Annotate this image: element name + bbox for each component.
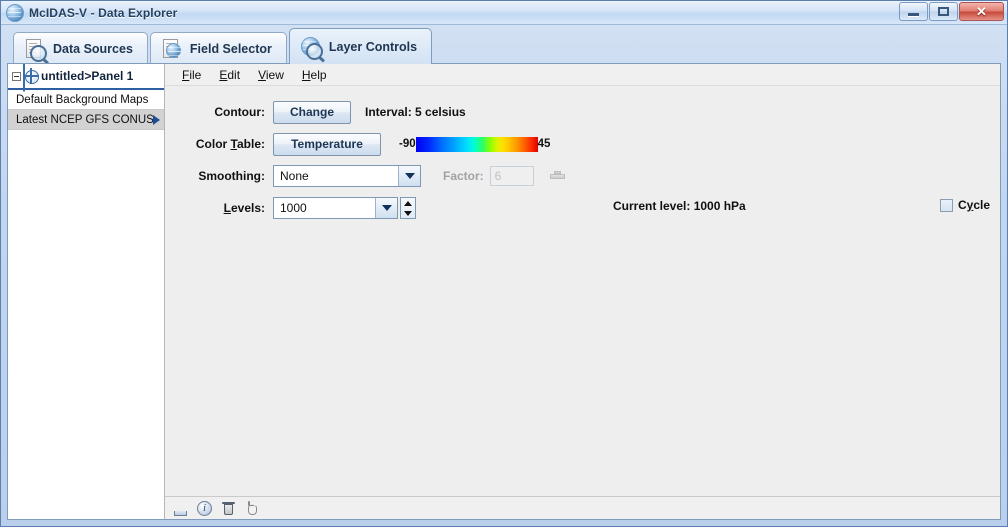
minimize-icon (908, 13, 919, 16)
cycle-label-pre: C (957, 198, 967, 212)
globe-magnifier-icon (300, 36, 323, 60)
close-button[interactable]: ✕ (959, 2, 1004, 21)
contour-interval-text: Interval: 5 celsius (365, 105, 466, 119)
cycle-checkbox-group[interactable]: Cycle (939, 198, 990, 212)
levels-label: Levels: (175, 201, 273, 215)
tab-strip: Data Sources Field Selector Layer Contro… (1, 25, 1007, 64)
info-icon[interactable] (197, 500, 212, 516)
color-table-label-post: able: (236, 137, 265, 151)
tab-field-selector[interactable]: Field Selector (149, 32, 287, 64)
mcidasv-window: McIDAS-V - Data Explorer ✕ Data Sources (0, 0, 1008, 527)
bottom-toolbar (165, 496, 1000, 519)
list-item[interactable]: Latest NCEP GFS CONUS. (8, 110, 164, 130)
smoothing-row: Smoothing: None Factor: 6 (165, 160, 1000, 192)
factor-stepper-icon (549, 170, 565, 182)
tree-item-label: Latest NCEP GFS CONUS. (16, 113, 153, 126)
window-controls: ✕ (899, 2, 1004, 21)
contour-label: Contour: (214, 105, 265, 119)
color-table-preview[interactable]: -90 45 (399, 136, 551, 152)
layer-controls-panel: File Edit View Help Contour: Change Inte… (165, 64, 1000, 519)
tab-data-sources[interactable]: Data Sources (13, 32, 148, 64)
cycle-label-post: cle (973, 198, 990, 212)
maximize-button[interactable] (929, 2, 958, 21)
menu-help-rest: elp (310, 67, 327, 82)
tab-field-selector-label: Field Selector (189, 41, 272, 56)
chevron-right-icon[interactable] (153, 114, 160, 125)
menu-file-rest: ile (189, 67, 202, 82)
tree-item-label: Default Background Maps (16, 93, 149, 106)
controls-form: Contour: Change Interval: 5 celsius Colo… (165, 86, 1000, 496)
smoothing-label: Smoothing: (198, 169, 265, 183)
window-title: McIDAS-V - Data Explorer (29, 5, 178, 20)
title-bar: McIDAS-V - Data Explorer ✕ (1, 1, 1007, 25)
levels-row: Levels: 1000 Current level: 1000 hPa Cyc… (165, 192, 1000, 224)
smoothing-combobox[interactable]: None (273, 165, 421, 187)
levels-label-mnemonic: L (223, 201, 231, 215)
contour-change-button[interactable]: Change (273, 100, 352, 124)
tree-root-label: untitled>Panel 1 (41, 69, 134, 83)
temperature-color-table-gradient[interactable] (415, 136, 538, 152)
menu-edit-rest: dit (227, 67, 241, 82)
color-table-min-label: -90 (399, 138, 416, 150)
menu-edit[interactable]: Edit (210, 66, 249, 84)
levels-value: 1000 (274, 198, 375, 218)
menu-file[interactable]: File (173, 66, 210, 84)
contour-row: Contour: Change Interval: 5 celsius (165, 96, 1000, 128)
minimize-button[interactable] (899, 2, 928, 21)
export-icon[interactable] (173, 501, 188, 516)
menu-view-rest: iew (265, 67, 284, 82)
menu-bar: File Edit View Help (165, 64, 1000, 86)
color-table-button[interactable]: Temperature (273, 132, 381, 156)
hand-pan-icon[interactable] (245, 499, 260, 516)
tab-layer-controls-label: Layer Controls (328, 39, 418, 54)
cycle-checkbox[interactable] (939, 198, 953, 212)
levels-label-rest: evels: (230, 201, 265, 215)
spinner-down-icon[interactable] (401, 208, 415, 218)
factor-label: Factor: (443, 169, 484, 183)
globe-document-magnifier-icon (161, 38, 183, 60)
factor-input: 6 (489, 166, 534, 186)
layer-tree-panel: untitled>Panel 1 Default Background Maps… (8, 64, 165, 519)
menu-help[interactable]: Help (293, 66, 336, 84)
tree-root-node[interactable]: untitled>Panel 1 (8, 64, 164, 90)
spinner-up-icon[interactable] (401, 198, 415, 208)
color-table-label-pre: Color (195, 137, 231, 151)
levels-combobox[interactable]: 1000 (273, 197, 398, 219)
current-level-text: Current level: 1000 hPa (613, 199, 746, 213)
tab-data-sources-label: Data Sources (53, 41, 133, 56)
trash-icon[interactable] (221, 501, 236, 516)
content-area: untitled>Panel 1 Default Background Maps… (7, 63, 1001, 520)
menu-view[interactable]: View (249, 66, 293, 84)
crosshair-panel-icon (23, 68, 39, 84)
chevron-down-icon[interactable] (375, 198, 397, 218)
mcidas-globe-icon (6, 3, 24, 22)
tab-layer-controls[interactable]: Layer Controls (288, 28, 433, 64)
smoothing-value: None (274, 166, 398, 186)
color-table-max-label: 45 (537, 138, 551, 150)
collapse-expander-icon[interactable] (12, 71, 21, 81)
color-table-label: Color Table: (175, 137, 273, 151)
menu-view-mnemonic: V (258, 67, 266, 82)
chevron-down-icon[interactable] (398, 166, 420, 186)
levels-spinner[interactable] (400, 197, 416, 219)
menu-help-mnemonic: H (301, 67, 311, 82)
list-item[interactable]: Default Background Maps (8, 90, 164, 110)
document-magnifier-icon (24, 38, 47, 62)
close-icon: ✕ (976, 4, 987, 19)
color-table-row: Color Table: Temperature -90 45 (165, 128, 1000, 160)
maximize-icon (938, 7, 949, 16)
cycle-label: Cycle (958, 198, 990, 212)
